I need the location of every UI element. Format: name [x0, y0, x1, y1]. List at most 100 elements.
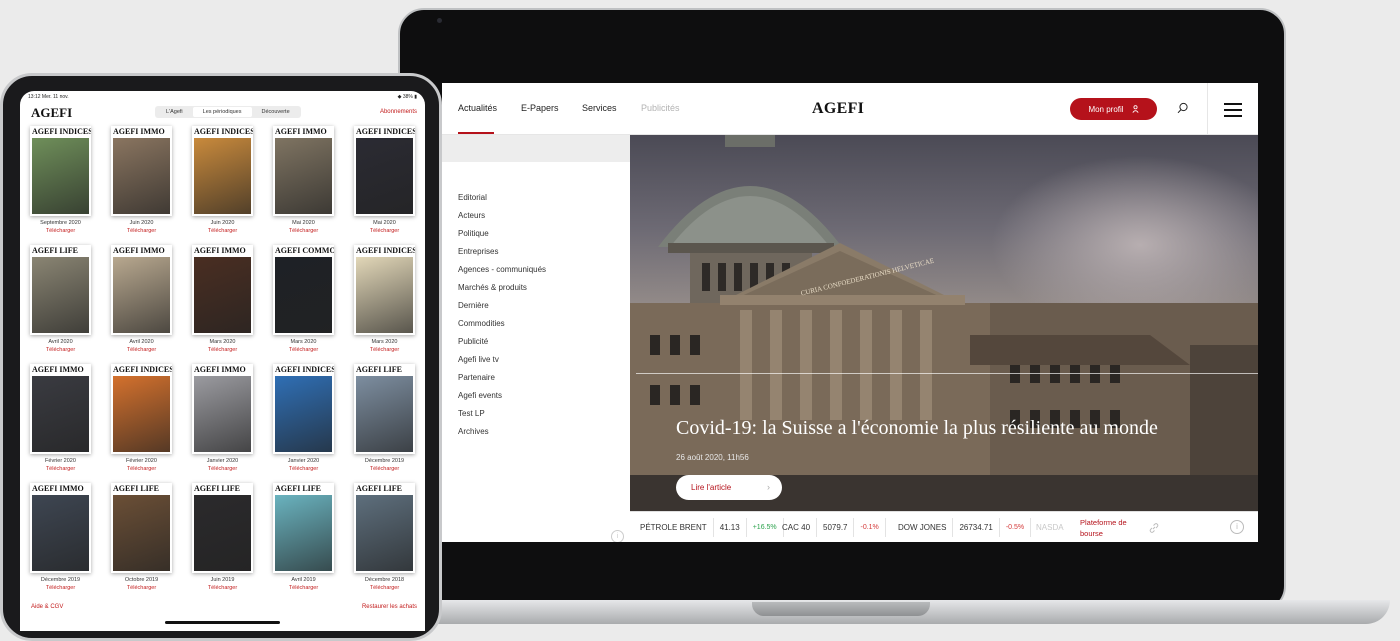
- sidebar-item-test-lp[interactable]: Test LP: [458, 409, 546, 427]
- magazine-issue[interactable]: AGEFI IMMO Mai 2020 Télécharger: [263, 124, 344, 244]
- sidebar-item-publicite[interactable]: Publicité: [458, 337, 546, 355]
- download-link[interactable]: Télécharger: [344, 585, 425, 591]
- magazine-cover[interactable]: AGEFI IMMO: [111, 245, 172, 335]
- download-link[interactable]: Télécharger: [101, 228, 182, 234]
- sidebar-item-commodities[interactable]: Commodities: [458, 319, 546, 337]
- magazine-issue[interactable]: AGEFI INDICES Mars 2020 Télécharger: [344, 243, 425, 363]
- magazine-issue[interactable]: AGEFI INDICES Septembre 2020 Télécharger: [20, 124, 101, 244]
- subscriptions-link[interactable]: Abonnements: [380, 109, 417, 115]
- article-headline[interactable]: Covid-19: la Suisse a l'économie la plus…: [676, 417, 1158, 440]
- sidebar-info-icon[interactable]: i: [611, 530, 624, 542]
- magazine-issue[interactable]: AGEFI LIFE Avril 2020 Télécharger: [20, 243, 101, 363]
- sidebar-item-agences[interactable]: Agences - communiqués: [458, 265, 546, 283]
- ticker-item[interactable]: NASDA: [1030, 512, 1070, 542]
- read-article-button[interactable]: Lire l'article ›: [676, 475, 782, 500]
- magazine-cover[interactable]: AGEFI LIFE: [192, 483, 253, 573]
- magazine-cover[interactable]: AGEFI INDICES: [354, 126, 415, 216]
- download-link[interactable]: Télécharger: [182, 585, 263, 591]
- download-link[interactable]: Télécharger: [263, 466, 344, 472]
- download-link[interactable]: Télécharger: [20, 347, 101, 353]
- download-link[interactable]: Télécharger: [263, 347, 344, 353]
- magazine-cover[interactable]: AGEFI IMMO: [30, 364, 91, 454]
- download-link[interactable]: Télécharger: [20, 585, 101, 591]
- download-link[interactable]: Télécharger: [101, 466, 182, 472]
- help-terms-link[interactable]: Aide & CGV: [31, 604, 63, 610]
- nav-publicites[interactable]: Publicités: [641, 103, 680, 113]
- download-link[interactable]: Télécharger: [101, 347, 182, 353]
- search-icon[interactable]: [1177, 102, 1189, 114]
- nav-epapers[interactable]: E-Papers: [521, 103, 559, 113]
- sidebar-item-events[interactable]: Agefi events: [458, 391, 546, 409]
- magazine-cover[interactable]: AGEFI INDICES: [354, 245, 415, 335]
- magazine-cover[interactable]: AGEFI INDICES: [273, 364, 334, 454]
- magazine-cover[interactable]: AGEFI IMMO: [30, 483, 91, 573]
- magazine-cover[interactable]: AGEFI LIFE: [354, 483, 415, 573]
- magazine-issue[interactable]: AGEFI IMMO Décembre 2019 Télécharger: [20, 481, 101, 601]
- download-link[interactable]: Télécharger: [263, 585, 344, 591]
- sidebar-item-archives[interactable]: Archives: [458, 427, 546, 445]
- cover-image: [275, 495, 332, 571]
- magazine-issue[interactable]: AGEFI INDICES Mai 2020 Télécharger: [344, 124, 425, 244]
- download-link[interactable]: Télécharger: [20, 466, 101, 472]
- magazine-cover[interactable]: AGEFI INDICES: [192, 126, 253, 216]
- ticker-item[interactable]: PÉTROLE BRENT 41.13 +16.5%: [634, 512, 784, 542]
- magazine-issue[interactable]: AGEFI IMMO Juin 2020 Télécharger: [101, 124, 182, 244]
- magazine-cover[interactable]: AGEFI LIFE: [111, 483, 172, 573]
- sidebar-item-acteurs[interactable]: Acteurs: [458, 211, 546, 229]
- magazine-issue[interactable]: AGEFI LIFE Juin 2019 Télécharger: [182, 481, 263, 601]
- magazine-issue[interactable]: AGEFI LIFE Octobre 2019 Télécharger: [101, 481, 182, 601]
- magazine-issue[interactable]: AGEFI INDICES Février 2020 Télécharger: [101, 362, 182, 482]
- agefi-logo[interactable]: AGEFI: [812, 100, 864, 118]
- magazine-issue[interactable]: AGEFI LIFE Décembre 2019 Télécharger: [344, 362, 425, 482]
- download-link[interactable]: Télécharger: [182, 466, 263, 472]
- download-link[interactable]: Télécharger: [182, 228, 263, 234]
- magazine-issue[interactable]: AGEFI IMMO Janvier 2020 Télécharger: [182, 362, 263, 482]
- download-link[interactable]: Télécharger: [344, 347, 425, 353]
- nav-services[interactable]: Services: [582, 103, 617, 113]
- download-link[interactable]: Télécharger: [182, 347, 263, 353]
- ticker-item[interactable]: CAC 40 5079.7 -0.1%: [776, 512, 886, 542]
- download-link[interactable]: Télécharger: [101, 585, 182, 591]
- magazine-issue[interactable]: AGEFI IMMO Mars 2020 Télécharger: [182, 243, 263, 363]
- download-link[interactable]: Télécharger: [20, 228, 101, 234]
- magazine-cover[interactable]: AGEFI IMMO: [192, 245, 253, 335]
- magazine-issue[interactable]: AGEFI IMMO Avril 2020 Télécharger: [101, 243, 182, 363]
- magazine-cover[interactable]: AGEFI LIFE: [30, 245, 91, 335]
- sidebar-item-derniere[interactable]: Dernière: [458, 301, 546, 319]
- download-link[interactable]: Télécharger: [344, 466, 425, 472]
- sidebar-item-editorial[interactable]: Editorial: [458, 193, 546, 211]
- magazine-cover[interactable]: AGEFI LIFE: [354, 364, 415, 454]
- link-icon[interactable]: [1148, 522, 1160, 534]
- magazine-issue[interactable]: AGEFI INDICES Juin 2020 Télécharger: [182, 124, 263, 244]
- magazine-cover[interactable]: AGEFI IMMO: [111, 126, 172, 216]
- magazine-issue[interactable]: AGEFI IMMO Février 2020 Télécharger: [20, 362, 101, 482]
- sidebar-item-live-tv[interactable]: Agefi live tv: [458, 355, 546, 373]
- magazine-issue[interactable]: AGEFI LIFE Avril 2019 Télécharger: [263, 481, 344, 601]
- sidebar-item-partenaire[interactable]: Partenaire: [458, 373, 546, 391]
- ticker-info-icon[interactable]: i: [1230, 520, 1244, 534]
- magazine-cover[interactable]: AGEFI LIFE: [273, 483, 334, 573]
- download-link[interactable]: Télécharger: [344, 228, 425, 234]
- sidebar-item-politique[interactable]: Politique: [458, 229, 546, 247]
- restore-purchases-link[interactable]: Restaurer les achats: [362, 604, 417, 610]
- sidebar-item-marches[interactable]: Marchés & produits: [458, 283, 546, 301]
- ticker-item[interactable]: DOW JONES 26734.71 -0.5%: [892, 512, 1032, 542]
- magazine-cover[interactable]: AGEFI COMMODITIES: [273, 245, 334, 335]
- magazine-cover[interactable]: AGEFI IMMO: [273, 126, 334, 216]
- sidebar-item-entreprises[interactable]: Entreprises: [458, 247, 546, 265]
- magazine-cover[interactable]: AGEFI IMMO: [192, 364, 253, 454]
- magazine-cover[interactable]: AGEFI INDICES: [30, 126, 91, 216]
- segment-periodiques[interactable]: Les périodiques: [192, 107, 252, 117]
- magazine-cover[interactable]: AGEFI INDICES: [111, 364, 172, 454]
- profile-button[interactable]: Mon profil: [1070, 98, 1157, 120]
- download-link[interactable]: Télécharger: [263, 228, 344, 234]
- magazine-issue[interactable]: AGEFI INDICES Janvier 2020 Télécharger: [263, 362, 344, 482]
- magazine-issue[interactable]: AGEFI COMMODITIES Mars 2020 Télécharger: [263, 243, 344, 363]
- magazine-issue[interactable]: AGEFI LIFE Décembre 2018 Télécharger: [344, 481, 425, 601]
- segment-decouverte[interactable]: Découverte: [252, 107, 300, 117]
- hero-article[interactable]: CURIA CONFOEDERATIONIS HELVETICAE Covid-…: [630, 135, 1258, 511]
- hamburger-menu-icon[interactable]: [1224, 103, 1242, 117]
- nav-actualites[interactable]: Actualités: [458, 103, 497, 113]
- trading-platform-link[interactable]: Plateforme de bourse: [1080, 517, 1142, 539]
- segment-lagefi[interactable]: L'Agefi: [156, 107, 193, 117]
